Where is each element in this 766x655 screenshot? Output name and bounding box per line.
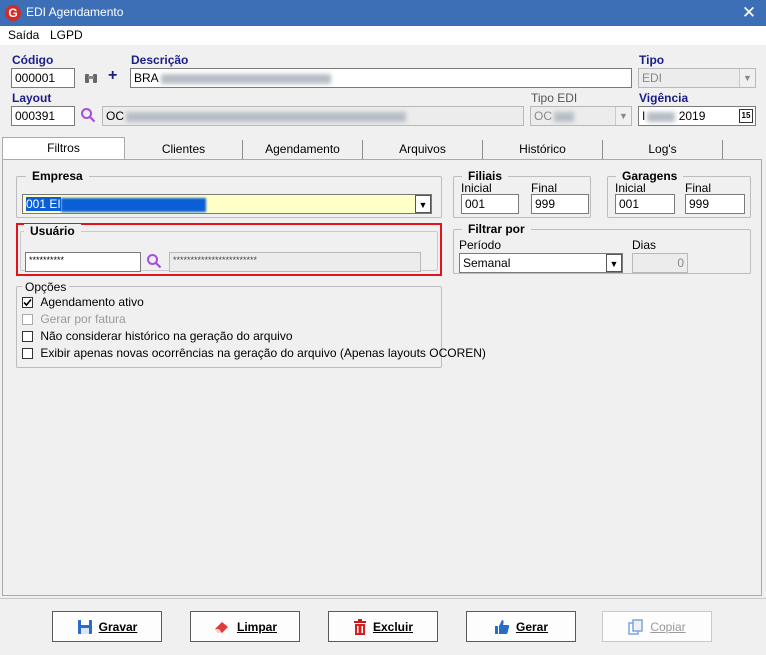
menu-lgpd[interactable]: LGPD	[50, 28, 83, 42]
filiais-final-value: 999	[535, 197, 556, 211]
thumbs-up-icon	[494, 619, 510, 634]
search-icon[interactable]	[80, 107, 96, 123]
window-title: EDI Agendamento	[26, 5, 124, 19]
tab-clientes[interactable]: Clientes	[125, 140, 243, 159]
usuario-code: **********	[29, 255, 65, 265]
search-icon[interactable]	[146, 253, 162, 269]
usuario-name-field: ************************	[169, 252, 421, 272]
vigencia-value: 2019	[678, 109, 706, 123]
app-logo-icon: G	[5, 5, 21, 21]
gravar-button[interactable]: Gravar	[52, 611, 162, 642]
periodo-value: Semanal	[463, 256, 511, 270]
eraser-icon	[214, 621, 228, 633]
filtrar-title: Filtrar por	[462, 222, 531, 236]
dias-value: 0	[677, 256, 684, 270]
codigo-label: Código	[12, 53, 54, 67]
periodo-select[interactable]: Semanal ▼	[459, 253, 623, 273]
gravar-label: Gravar	[98, 619, 138, 634]
gerar-label: Gerar	[515, 619, 549, 634]
layout-description-value: OC	[106, 109, 124, 123]
copiar-button: Copiar	[602, 611, 712, 642]
layout-value: 000391	[15, 109, 56, 123]
checkbox[interactable]	[22, 331, 33, 342]
tipo-edi-select: OC ▼	[530, 106, 632, 126]
excluir-label: Excluir	[372, 619, 414, 634]
tab-agendamento[interactable]: Agendamento	[243, 140, 363, 159]
dias-label: Dias	[632, 238, 657, 252]
option-agendamento-ativo[interactable]: Agendamento ativo	[22, 295, 144, 309]
vigencia-prefix: I	[642, 109, 646, 123]
garagens-final-field[interactable]: 999	[685, 194, 745, 214]
chevron-down-icon: ▼	[606, 254, 622, 272]
filiais-inicial-value: 001	[465, 197, 486, 211]
filiais-inicial-field[interactable]: 001	[461, 194, 519, 214]
garagens-final-value: 999	[689, 197, 710, 211]
vigencia-label: Vigência	[639, 91, 689, 105]
tab-historico[interactable]: Histórico	[483, 140, 603, 159]
vigencia-field[interactable]: I 2019 15	[638, 106, 756, 126]
tipo-edi-value: OC	[534, 109, 552, 123]
chevron-down-icon: ▼	[739, 69, 755, 87]
filiais-inicial-label: Inicial	[461, 181, 492, 195]
usuario-title: Usuário	[24, 224, 81, 238]
chevron-down-icon: ▼	[615, 107, 631, 125]
gerar-button[interactable]: Gerar	[466, 611, 576, 642]
add-icon[interactable]: +	[108, 68, 122, 84]
tab-filtros[interactable]: Filtros	[2, 137, 125, 159]
tab-arquivos[interactable]: Arquivos	[363, 140, 483, 159]
checkbox-checked[interactable]	[22, 297, 33, 308]
tipo-select: EDI ▼	[638, 68, 756, 88]
dias-field: 0	[632, 253, 688, 273]
option-nao-considerar-historico[interactable]: Não considerar histórico na geração do a…	[22, 329, 293, 343]
garagens-inicial-value: 001	[619, 197, 640, 211]
empresa-value: 001 EI	[26, 197, 61, 211]
calendar-icon[interactable]: 15	[739, 109, 753, 123]
layout-description-field: OC	[102, 106, 524, 126]
option-gerar-por-fatura: Gerar por fatura	[22, 312, 126, 326]
limpar-button[interactable]: Limpar	[190, 611, 300, 642]
layout-field[interactable]: 000391	[11, 106, 75, 126]
checkbox[interactable]	[22, 348, 33, 359]
save-icon	[77, 619, 92, 634]
garagens-inicial-label: Inicial	[615, 181, 646, 195]
title-bar: G EDI Agendamento ✕	[0, 0, 766, 26]
menu-saida[interactable]: Saída	[8, 28, 39, 42]
trash-icon	[353, 618, 366, 635]
copiar-label: Copiar	[650, 619, 686, 634]
option-label: Não considerar histórico na geração do a…	[40, 329, 293, 343]
garagens-final-label: Final	[685, 181, 712, 195]
opcoes-title: Opções	[22, 280, 70, 294]
copy-icon	[628, 618, 644, 635]
filiais-final-label: Final	[531, 181, 558, 195]
empresa-title: Empresa	[26, 169, 89, 183]
tipo-edi-label: Tipo EDI	[531, 91, 578, 105]
menu-bar: Saída LGPD	[0, 26, 766, 45]
codigo-field[interactable]: 000001	[11, 68, 75, 88]
descricao-field[interactable]: BRA	[130, 68, 632, 88]
option-label: Agendamento ativo	[40, 295, 144, 309]
tipo-label: Tipo	[639, 53, 665, 67]
descricao-value: BRA	[134, 71, 159, 85]
empresa-select[interactable]: 001 EI ▼	[22, 194, 432, 214]
footer-divider	[0, 598, 766, 599]
layout-label: Layout	[12, 91, 52, 105]
limpar-label: Limpar	[236, 619, 277, 634]
periodo-label: Período	[459, 238, 502, 252]
checkbox-disabled	[22, 314, 33, 325]
option-label: Gerar por fatura	[40, 312, 126, 326]
tipo-value: EDI	[642, 71, 663, 85]
option-exibir-novas-ocorrencias[interactable]: Exibir apenas novas ocorrências na geraç…	[22, 346, 486, 360]
garagens-inicial-field[interactable]: 001	[615, 194, 675, 214]
binoculars-icon[interactable]	[84, 71, 98, 85]
filiais-final-field[interactable]: 999	[531, 194, 589, 214]
usuario-code-field[interactable]: **********	[25, 252, 141, 272]
option-label: Exibir apenas novas ocorrências na geraç…	[40, 346, 486, 360]
codigo-value: 000001	[15, 71, 56, 85]
excluir-button[interactable]: Excluir	[328, 611, 438, 642]
descricao-label: Descrição	[131, 53, 189, 67]
chevron-down-icon: ▼	[415, 195, 431, 213]
close-icon[interactable]: ✕	[738, 2, 760, 24]
tab-logs[interactable]: Log's	[603, 140, 723, 159]
usuario-name: ************************	[173, 255, 258, 265]
